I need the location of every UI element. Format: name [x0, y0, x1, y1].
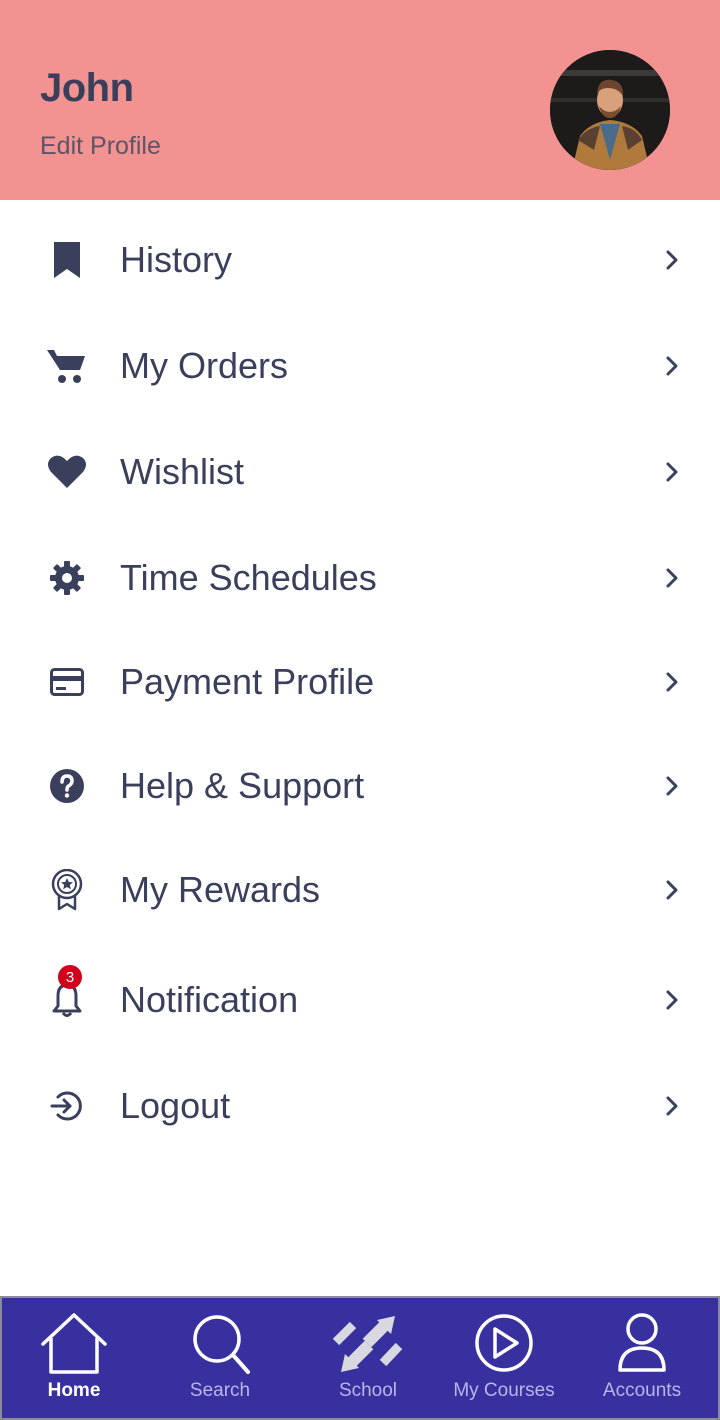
- menu-item-label: Payment Profile: [120, 661, 375, 702]
- search-icon: [193, 1315, 250, 1374]
- logout-icon: [46, 1085, 88, 1127]
- nav-label: Search: [189, 1380, 251, 1401]
- chevron-right-icon: [666, 880, 678, 900]
- chevron-right-icon: [666, 990, 678, 1010]
- avatar[interactable]: [550, 50, 670, 170]
- profile-header: John Edit Profile: [0, 0, 720, 200]
- menu-item-help-support[interactable]: Help & Support: [0, 734, 720, 838]
- gear-icon: [46, 557, 88, 599]
- menu-item-my-orders[interactable]: My Orders: [0, 314, 720, 418]
- nav-label: My Courses: [453, 1380, 555, 1401]
- chevron-right-icon: [666, 672, 678, 692]
- nav-item-my-courses[interactable]: My Courses: [434, 1298, 574, 1418]
- nav-label: Accounts: [602, 1380, 682, 1401]
- home-icon: [41, 1313, 107, 1374]
- credit-card-icon: [46, 661, 88, 703]
- menu-item-label: My Orders: [120, 345, 289, 386]
- question-circle-icon: [46, 765, 88, 807]
- menu-item-label: Logout: [120, 1085, 231, 1126]
- menu-item-wishlist[interactable]: Wishlist: [0, 420, 720, 524]
- user-name: John: [40, 66, 134, 110]
- menu-item-label: Time Schedules: [120, 557, 377, 598]
- chevron-right-icon: [666, 568, 678, 588]
- chevron-right-icon: [666, 1096, 678, 1116]
- award-badge-icon: [46, 869, 88, 911]
- user-icon: [618, 1313, 666, 1372]
- nav-item-search[interactable]: Search: [150, 1298, 290, 1418]
- app-screen: John Edit Profile History My Orders Wish…: [0, 0, 720, 1420]
- menu-item-label: Help & Support: [120, 765, 365, 806]
- bell-icon: 3: [46, 965, 88, 1021]
- menu-item-logout[interactable]: Logout: [0, 1054, 720, 1158]
- menu-item-my-rewards[interactable]: My Rewards: [0, 838, 720, 942]
- chevron-right-icon: [666, 356, 678, 376]
- menu-item-payment-profile[interactable]: Payment Profile: [0, 630, 720, 734]
- bookmark-icon: [46, 239, 88, 281]
- chevron-right-icon: [666, 776, 678, 796]
- nav-label: School: [338, 1380, 398, 1401]
- play-circle-icon: [475, 1314, 533, 1372]
- cart-icon: [46, 345, 88, 387]
- menu-item-label: Wishlist: [120, 451, 244, 492]
- nav-item-accounts[interactable]: Accounts: [572, 1298, 712, 1418]
- nav-item-home[interactable]: Home: [4, 1298, 144, 1418]
- menu-item-notification[interactable]: 3 Notification: [0, 948, 720, 1052]
- menu-item-time-schedules[interactable]: Time Schedules: [0, 526, 720, 630]
- notification-count-badge: 3: [58, 965, 82, 989]
- school-arrows-icon: [333, 1316, 403, 1372]
- avatar-photo: [550, 50, 670, 170]
- menu-item-history[interactable]: History: [0, 208, 720, 312]
- chevron-right-icon: [666, 250, 678, 270]
- bottom-nav-bar: Home Search School My Courses Accounts: [0, 1296, 720, 1420]
- nav-label: Home: [47, 1380, 101, 1401]
- nav-item-school[interactable]: School: [298, 1298, 438, 1418]
- menu-item-label: My Rewards: [120, 869, 321, 910]
- heart-icon: [46, 451, 88, 493]
- menu-item-label: History: [120, 239, 233, 280]
- menu-item-label: Notification: [120, 979, 299, 1020]
- edit-profile-link[interactable]: Edit Profile: [40, 132, 161, 161]
- chevron-right-icon: [666, 462, 678, 482]
